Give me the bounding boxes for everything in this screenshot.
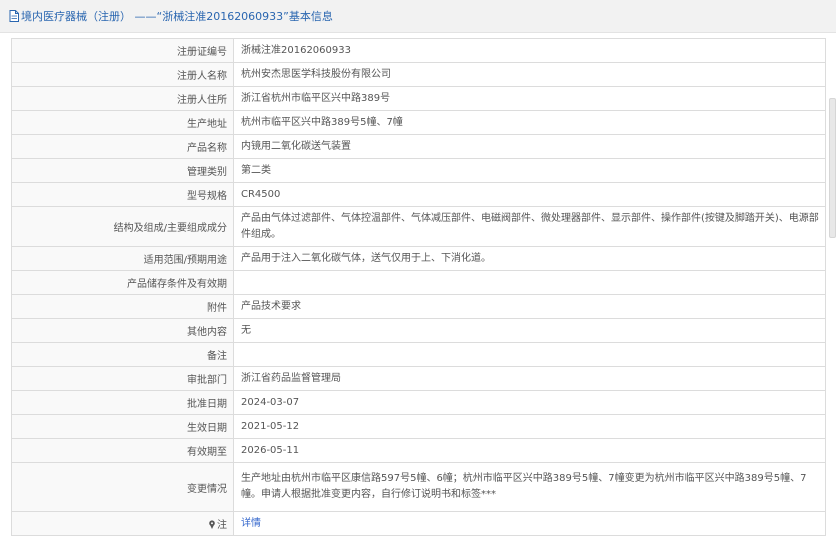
field-value: 杭州安杰思医学科技股份有限公司 — [233, 62, 826, 87]
field-value: 浙江省杭州市临平区兴中路389号 — [233, 86, 826, 111]
field-label: 适用范围/预期用途 — [11, 246, 234, 271]
field-label: 注册人名称 — [11, 62, 234, 87]
field-value: 产品用于注入二氧化碳气体，送气仅用于上、下消化道。 — [233, 246, 826, 271]
field-value: 浙江省药品监督管理局 — [233, 366, 826, 391]
table-row: 型号规格 CR4500 — [11, 182, 826, 207]
field-value: 2024-03-07 — [233, 390, 826, 415]
table-row: 注册证编号 浙械注准20162060933 — [11, 38, 826, 63]
field-value: 浙械注准20162060933 — [233, 38, 826, 63]
field-label: 有效期至 — [11, 438, 234, 463]
scrollbar-thumb[interactable] — [829, 98, 836, 238]
table-row: 附件 产品技术要求 — [11, 294, 826, 319]
table-row: 结构及组成/主要组成成分 产品由气体过滤部件、气体控温部件、气体减压部件、电磁阀… — [11, 206, 826, 247]
field-label: 批准日期 — [11, 390, 234, 415]
field-value: 产品技术要求 — [233, 294, 826, 319]
field-label: 结构及组成/主要组成成分 — [11, 206, 234, 247]
table-row: 生效日期 2021-05-12 — [11, 414, 826, 439]
table-row: 产品名称 内镜用二氧化碳送气装置 — [11, 134, 826, 159]
table-row: 批准日期 2024-03-07 — [11, 390, 826, 415]
note-label-cell: 注 — [11, 511, 234, 536]
info-table: 注册证编号 浙械注准20162060933 注册人名称 杭州安杰思医学科技股份有… — [11, 38, 826, 536]
document-icon — [9, 10, 19, 22]
table-row: 审批部门 浙江省药品监督管理局 — [11, 366, 826, 391]
note-value: 详情 — [233, 511, 826, 536]
field-label: 生效日期 — [11, 414, 234, 439]
table-row: 变更情况 生产地址由杭州市临平区康信路597号5幢、6幢；杭州市临平区兴中路38… — [11, 462, 826, 512]
table-row: 备注 — [11, 342, 826, 367]
field-label: 变更情况 — [11, 462, 234, 512]
field-value: 内镜用二氧化碳送气装置 — [233, 134, 826, 159]
table-row: 管理类别 第二类 — [11, 158, 826, 183]
field-value: 2026-05-11 — [233, 438, 826, 463]
field-label: 注册证编号 — [11, 38, 234, 63]
field-value — [233, 270, 826, 295]
field-value: 2021-05-12 — [233, 414, 826, 439]
table-row: 有效期至 2026-05-11 — [11, 438, 826, 463]
field-label: 管理类别 — [11, 158, 234, 183]
field-value: 产品由气体过滤部件、气体控温部件、气体减压部件、电磁阀部件、微处理器部件、显示部… — [233, 206, 826, 247]
info-table-container: 注册证编号 浙械注准20162060933 注册人名称 杭州安杰思医学科技股份有… — [11, 38, 826, 536]
table-row: 注 详情 — [11, 511, 826, 536]
note-label: 注 — [217, 520, 227, 531]
table-row: 注册人住所 浙江省杭州市临平区兴中路389号 — [11, 86, 826, 111]
field-value — [233, 342, 826, 367]
field-value: 杭州市临平区兴中路389号5幢、7幢 — [233, 110, 826, 135]
table-row: 注册人名称 杭州安杰思医学科技股份有限公司 — [11, 62, 826, 87]
table-row: 适用范围/预期用途 产品用于注入二氧化碳气体，送气仅用于上、下消化道。 — [11, 246, 826, 271]
field-value: CR4500 — [233, 182, 826, 207]
field-value: 无 — [233, 318, 826, 343]
field-label: 型号规格 — [11, 182, 234, 207]
field-value: 生产地址由杭州市临平区康信路597号5幢、6幢；杭州市临平区兴中路389号5幢、… — [233, 462, 826, 512]
header-bar: 境内医疗器械（注册） ——“浙械注准20162060933”基本信息 — [0, 0, 836, 33]
field-value: 第二类 — [233, 158, 826, 183]
table-row: 产品储存条件及有效期 — [11, 270, 826, 295]
field-label: 备注 — [11, 342, 234, 367]
field-label: 附件 — [11, 294, 234, 319]
field-label: 生产地址 — [11, 110, 234, 135]
field-label: 注册人住所 — [11, 86, 234, 111]
field-label: 审批部门 — [11, 366, 234, 391]
table-row: 生产地址 杭州市临平区兴中路389号5幢、7幢 — [11, 110, 826, 135]
field-label: 其他内容 — [11, 318, 234, 343]
table-row: 其他内容 无 — [11, 318, 826, 343]
field-label: 产品储存条件及有效期 — [11, 270, 234, 295]
pin-icon — [209, 520, 215, 529]
details-link[interactable]: 详情 — [241, 518, 261, 529]
page-title: 境内医疗器械（注册） ——“浙械注准20162060933”基本信息 — [21, 10, 333, 23]
field-label: 产品名称 — [11, 134, 234, 159]
